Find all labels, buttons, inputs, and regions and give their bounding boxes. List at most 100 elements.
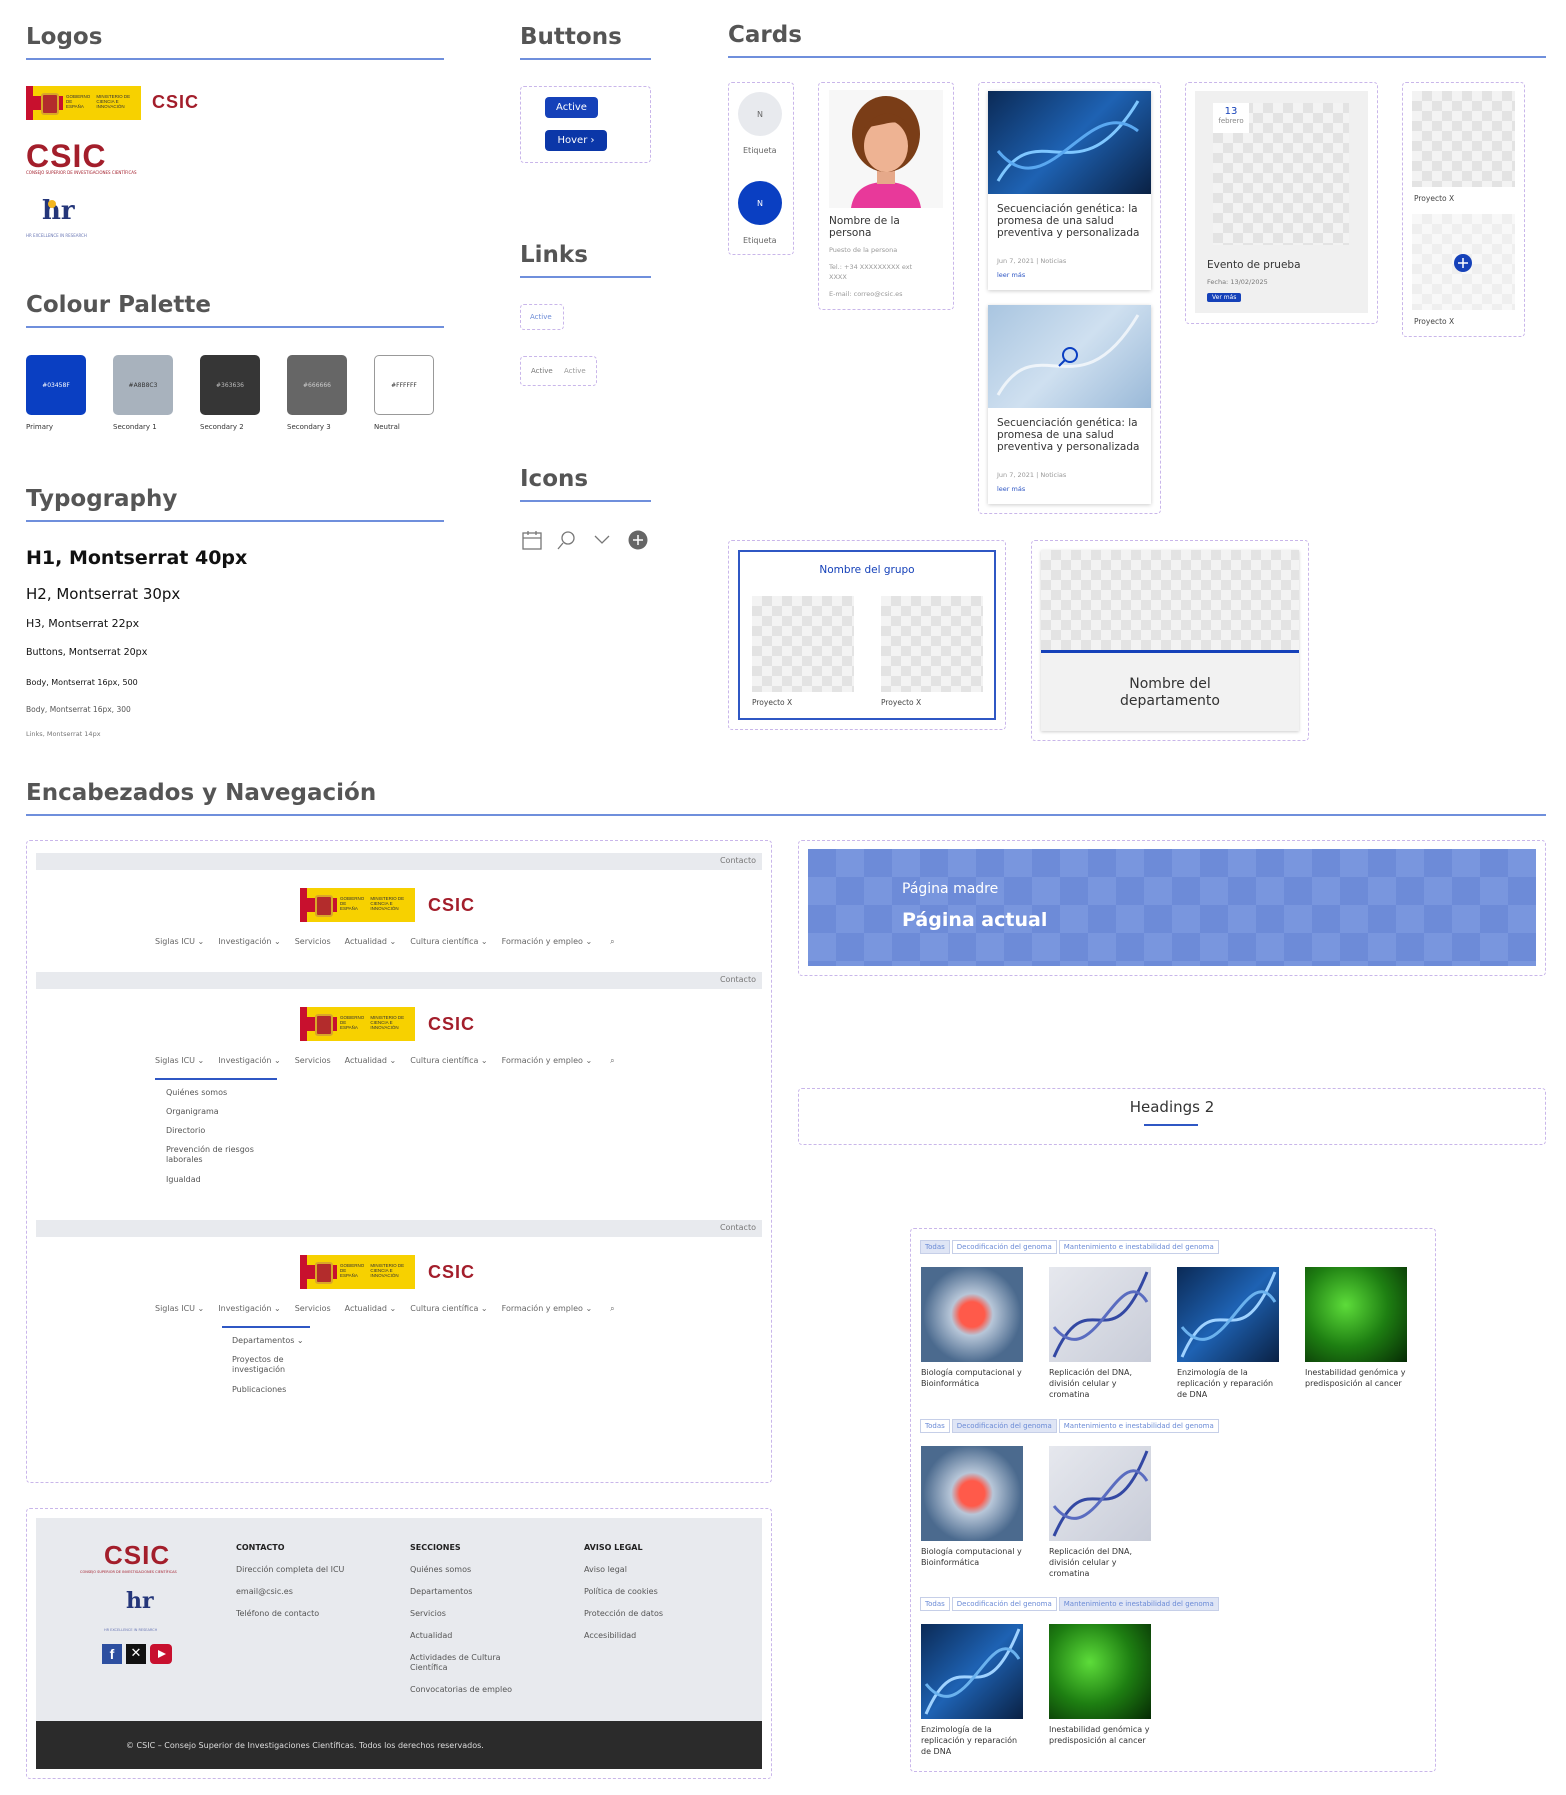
footer-link[interactable]: Dirección completa del ICU xyxy=(236,1565,346,1575)
footer-link[interactable]: Aviso legal xyxy=(584,1565,694,1575)
dept-card[interactable]: Nombre del departamento xyxy=(1041,550,1299,731)
footer-link[interactable]: Actividades de Cultura Científica xyxy=(410,1653,520,1673)
news-link[interactable]: leer más xyxy=(997,271,1025,279)
research-line-title[interactable]: Replicación del DNA, división celular y … xyxy=(1049,1367,1151,1400)
submenu-item[interactable]: Prevención de riesgos laborales xyxy=(166,1145,266,1165)
footer-heading: CONTACTO xyxy=(236,1543,285,1552)
csic-logo: CSIC xyxy=(428,1262,476,1282)
footer-link[interactable]: email@csic.es xyxy=(236,1587,346,1597)
menu-item[interactable]: Cultura científica ⌄ xyxy=(410,1056,487,1066)
menu-item[interactable]: Servicios xyxy=(295,1056,331,1066)
event-more-button[interactable]: Ver más xyxy=(1207,293,1242,302)
news-link[interactable]: leer más xyxy=(997,485,1025,493)
footer-link[interactable]: Protección de datos xyxy=(584,1609,694,1619)
footer-link[interactable]: Teléfono de contacto xyxy=(236,1609,346,1619)
typo-links: Links, Montserrat 14px xyxy=(26,730,101,738)
filter-tab[interactable]: Decodificación del genoma xyxy=(951,1597,1057,1611)
hover-button[interactable]: Hover › xyxy=(545,130,607,151)
submenu-item[interactable]: Proyectos de investigación xyxy=(232,1355,332,1375)
menu-item[interactable]: Siglas ICU ⌄ xyxy=(155,1304,204,1314)
menu-item[interactable]: Siglas ICU ⌄ xyxy=(155,1056,204,1066)
x-twitter-icon[interactable]: ✕ xyxy=(126,1644,146,1664)
footer-link[interactable]: Departamentos xyxy=(410,1587,520,1597)
news-card[interactable]: Secuenciación genética: la promesa de un… xyxy=(988,91,1151,290)
menu-item[interactable]: Formación y empleo ⌄ xyxy=(502,1304,593,1314)
research-line-image[interactable] xyxy=(1049,1624,1151,1719)
research-line-image[interactable] xyxy=(1305,1267,1407,1362)
menu-item[interactable]: Siglas ICU ⌄ xyxy=(155,937,204,947)
menu-active-underline xyxy=(222,1326,310,1328)
menu-item[interactable]: Investigación ⌄ xyxy=(218,1056,280,1066)
menu-item[interactable]: Investigación ⌄ xyxy=(218,937,280,947)
avatar-active[interactable]: N xyxy=(738,181,782,225)
menu-item[interactable]: Investigación ⌄ xyxy=(218,1304,280,1314)
research-line-image[interactable] xyxy=(1049,1446,1151,1541)
filter-tab[interactable]: Mantenimiento e inestabilidad del genoma xyxy=(1058,1597,1219,1611)
menu-item[interactable]: Actualidad ⌄ xyxy=(345,1056,397,1066)
footer-link[interactable]: Actualidad xyxy=(410,1631,520,1641)
research-line-image[interactable] xyxy=(921,1267,1023,1362)
submenu-item[interactable]: Igualdad xyxy=(166,1175,266,1185)
facebook-icon[interactable]: f xyxy=(102,1644,122,1664)
search-icon[interactable]: ⌕ xyxy=(610,937,614,947)
submenu-item[interactable]: Directorio xyxy=(166,1126,266,1136)
submenu-item[interactable]: Organigrama xyxy=(166,1107,266,1117)
footer-link[interactable]: Quiénes somos xyxy=(410,1565,520,1575)
divider xyxy=(26,326,444,328)
avatar[interactable]: N xyxy=(738,92,782,136)
research-line-title[interactable]: Enzimología de la replicación y reparaci… xyxy=(921,1724,1023,1757)
plus-circle-icon[interactable] xyxy=(1454,254,1472,272)
footer-link[interactable]: Accesibilidad xyxy=(584,1631,694,1641)
research-line-title[interactable]: Inestabilidad genómica y predisposición … xyxy=(1049,1724,1151,1746)
research-line-title[interactable]: Inestabilidad genómica y predisposición … xyxy=(1305,1367,1407,1389)
filter-tab[interactable]: Todas xyxy=(920,1419,950,1433)
menu-item[interactable]: Formación y empleo ⌄ xyxy=(502,1056,593,1066)
link-active[interactable]: Active xyxy=(530,313,552,321)
submenu-item[interactable]: Quiénes somos xyxy=(166,1088,266,1098)
filter-tab[interactable]: Todas xyxy=(920,1597,950,1611)
colour-swatch: #A8B8C3 xyxy=(113,355,173,415)
contact-link[interactable]: Contacto xyxy=(720,1223,756,1232)
filter-tab[interactable]: Mantenimiento e inestabilidad del genoma xyxy=(1058,1240,1219,1254)
footer-link[interactable]: Política de cookies xyxy=(584,1587,694,1597)
submenu-item[interactable]: Publicaciones xyxy=(232,1385,332,1395)
contact-link[interactable]: Contacto xyxy=(720,975,756,984)
menu-item[interactable]: Actualidad ⌄ xyxy=(345,937,397,947)
menu-item[interactable]: Cultura científica ⌄ xyxy=(410,1304,487,1314)
research-line-image[interactable] xyxy=(921,1446,1023,1541)
news-card-hover[interactable]: Secuenciación genética: la promesa de un… xyxy=(988,305,1151,504)
event-card[interactable]: 13 febrero Evento de prueba Fecha: 13/02… xyxy=(1195,91,1368,313)
hero-parent-link[interactable]: Página madre xyxy=(902,881,998,897)
footer-link[interactable]: Servicios xyxy=(410,1609,520,1619)
group-card[interactable]: Nombre del grupo Proyecto X Proyecto X xyxy=(738,550,996,720)
research-line-title[interactable]: Enzimología de la replicación y reparaci… xyxy=(1177,1367,1279,1400)
research-line-title[interactable]: Biología computacional y Bioinformática xyxy=(921,1546,1023,1568)
filter-tab[interactable]: Mantenimiento e inestabilidad del genoma xyxy=(1058,1419,1219,1433)
link-pair-a[interactable]: Active xyxy=(531,367,553,375)
menu-item[interactable]: Actualidad ⌄ xyxy=(345,1304,397,1314)
search-icon[interactable]: ⌕ xyxy=(610,1304,614,1314)
menu-item[interactable]: Formación y empleo ⌄ xyxy=(502,937,593,947)
footer-heading: SECCIONES xyxy=(410,1543,461,1552)
research-line-image[interactable] xyxy=(921,1624,1023,1719)
hero-banner: Página madre Página actual xyxy=(808,849,1536,966)
menu-item[interactable]: Servicios xyxy=(295,1304,331,1314)
filter-tab[interactable]: Todas xyxy=(920,1240,950,1254)
active-button[interactable]: Active xyxy=(545,97,598,118)
link-pair-b[interactable]: Active xyxy=(564,367,586,375)
contact-link[interactable]: Contacto xyxy=(720,856,756,865)
search-icon[interactable]: ⌕ xyxy=(610,1056,614,1066)
footer-link[interactable]: Convocatorias de empleo xyxy=(410,1685,520,1695)
menu-item[interactable]: Servicios xyxy=(295,937,331,947)
submenu-item[interactable]: Departamentos ⌄ xyxy=(232,1336,332,1346)
research-line-image[interactable] xyxy=(1049,1267,1151,1362)
filter-tab[interactable]: Decodificación del genoma xyxy=(951,1240,1057,1254)
youtube-icon[interactable] xyxy=(150,1644,172,1664)
search-icon xyxy=(557,531,575,550)
dept-accent xyxy=(1041,650,1299,653)
filter-tab[interactable]: Decodificación del genoma xyxy=(951,1419,1057,1433)
research-line-image[interactable] xyxy=(1177,1267,1279,1362)
menu-item[interactable]: Cultura científica ⌄ xyxy=(410,937,487,947)
research-line-title[interactable]: Biología computacional y Bioinformática xyxy=(921,1367,1023,1389)
research-line-title[interactable]: Replicación del DNA, división celular y … xyxy=(1049,1546,1151,1579)
